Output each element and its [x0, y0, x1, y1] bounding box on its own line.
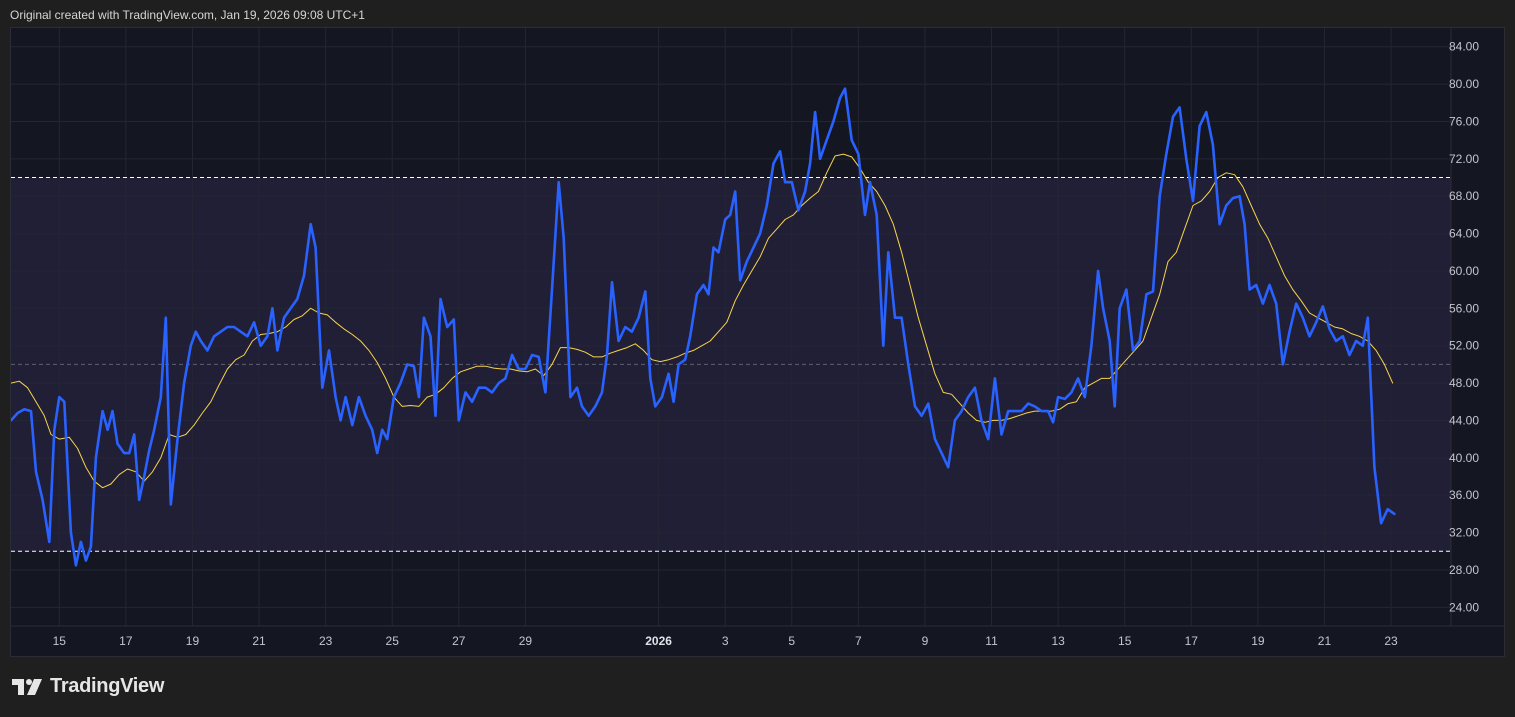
x-tick-label: 17: [1185, 634, 1199, 648]
x-tick-label: 21: [1318, 634, 1332, 648]
x-tick-label: 27: [452, 634, 466, 648]
x-tick-label: 19: [1251, 634, 1265, 648]
y-tick-label: 28.00: [1449, 563, 1479, 577]
x-tick-label: 15: [53, 634, 67, 648]
x-tick-label: 11: [985, 634, 998, 648]
x-tick-label: 17: [119, 634, 133, 648]
y-tick-label: 52.00: [1449, 339, 1479, 353]
y-tick-label: 84.00: [1449, 40, 1479, 54]
y-tick-label: 56.00: [1449, 301, 1479, 315]
y-tick-label: 60.00: [1449, 264, 1479, 278]
x-tick-label: 3: [722, 634, 729, 648]
x-tick-label: 23: [319, 634, 333, 648]
x-tick-label: 5: [788, 634, 795, 648]
y-tick-label: 64.00: [1449, 227, 1479, 241]
x-tick-label: 2026: [645, 634, 672, 648]
x-tick-label: 13: [1051, 634, 1065, 648]
y-tick-label: 32.00: [1449, 526, 1479, 540]
x-tick-label: 19: [186, 634, 200, 648]
y-tick-label: 36.00: [1449, 488, 1479, 502]
x-tick-label: 15: [1118, 634, 1132, 648]
y-tick-label: 40.00: [1449, 451, 1479, 465]
tradingview-logo-icon: [12, 678, 42, 695]
x-tick-label: 23: [1384, 634, 1398, 648]
footer-logo[interactable]: TradingView: [12, 675, 164, 698]
x-tick-label: 25: [386, 634, 400, 648]
y-tick-label: 44.00: [1449, 413, 1479, 427]
y-tick-label: 24.00: [1449, 600, 1479, 614]
time-axis: 15 17 19 21 23 25 27 29 2026 3 5 7 9 11 13 15 17 19 21 23: [53, 634, 1398, 648]
chart-pane[interactable]: 84.00 80.00 76.00 72.00 68.00 64.00 60.00 56.00…: [10, 27, 1505, 657]
brand-name: TradingView: [50, 675, 165, 697]
y-tick-label: 76.00: [1449, 114, 1479, 128]
y-tick-label: 72.00: [1449, 152, 1479, 166]
y-tick-label: 48.00: [1449, 376, 1479, 390]
y-tick-label: 68.00: [1449, 189, 1479, 203]
price-axis: 84.00 80.00 76.00 72.00 68.00 64.00 60.00 56.00…: [1449, 40, 1479, 615]
rsi-chart[interactable]: 84.00 80.00 76.00 72.00 68.00 64.00 60.00 56.00…: [11, 28, 1504, 656]
x-tick-label: 29: [519, 634, 533, 648]
x-tick-label: 21: [252, 634, 266, 648]
x-tick-label: 9: [922, 634, 929, 648]
x-tick-label: 7: [855, 634, 862, 648]
y-tick-label: 80.00: [1449, 77, 1479, 91]
chart-caption: Original created with TradingView.com, J…: [10, 8, 365, 22]
